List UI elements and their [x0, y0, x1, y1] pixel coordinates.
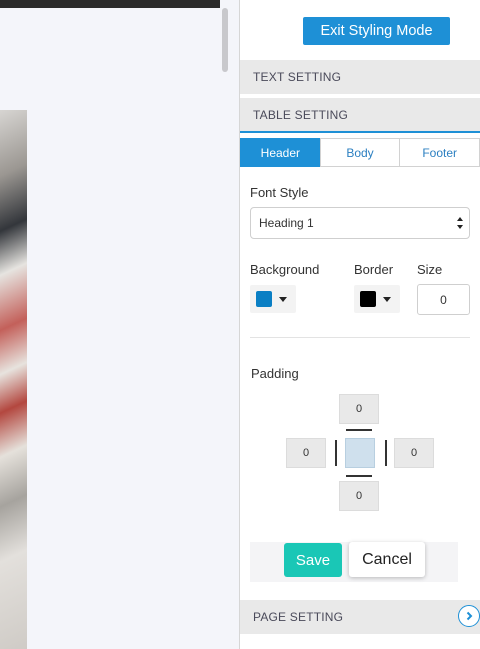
exit-styling-mode-button[interactable]: Exit Styling Mode: [303, 17, 450, 45]
background-label: Background: [250, 262, 320, 277]
font-style-label: Font Style: [250, 185, 309, 200]
padding-top-input[interactable]: 0: [339, 394, 379, 424]
page-setting-section[interactable]: PAGE SETTING: [240, 600, 480, 634]
editor-canvas: [0, 0, 240, 649]
tab-footer[interactable]: Footer: [399, 138, 480, 167]
padding-bottom-line: [346, 475, 372, 477]
tab-body[interactable]: Body: [319, 138, 401, 167]
border-label: Border: [354, 262, 394, 277]
page-setting-label: PAGE SETTING: [253, 610, 344, 624]
background-color-swatch: [256, 291, 272, 307]
text-setting-label: TEXT SETTING: [253, 70, 342, 84]
canvas-top-strip: [0, 0, 220, 8]
caret-down-icon: [383, 296, 391, 302]
padding-preview-box: [345, 438, 375, 468]
border-size-input[interactable]: 0: [417, 284, 470, 315]
cancel-button[interactable]: Cancel: [349, 542, 425, 577]
chevron-right-icon[interactable]: [458, 605, 480, 627]
select-arrows-icon: [457, 217, 463, 229]
save-button[interactable]: Save: [284, 543, 342, 577]
padding-right-input[interactable]: 0: [394, 438, 434, 468]
table-setting-section[interactable]: TABLE SETTING: [240, 98, 480, 133]
section-divider: [250, 337, 470, 338]
table-part-tabs: Header Body Footer: [240, 138, 480, 167]
border-color-swatch: [360, 291, 376, 307]
background-color-picker[interactable]: [250, 285, 296, 313]
tab-header[interactable]: Header: [240, 138, 321, 167]
font-style-select[interactable]: Heading 1: [250, 207, 470, 239]
padding-bottom-input[interactable]: 0: [339, 481, 379, 511]
caret-down-icon: [279, 296, 287, 302]
padding-right-line: [385, 440, 387, 466]
text-setting-section[interactable]: TEXT SETTING: [240, 60, 480, 94]
size-label: Size: [417, 262, 443, 277]
styling-panel: Exit Styling Mode TEXT SETTING TABLE SET…: [240, 0, 480, 649]
chevron-right-glyph: [466, 611, 473, 621]
border-color-picker[interactable]: [354, 285, 400, 313]
canvas-image: [0, 110, 27, 649]
font-style-value: Heading 1: [259, 216, 314, 230]
padding-left-line: [335, 440, 337, 466]
padding-label: Padding: [251, 366, 299, 381]
canvas-scrollbar[interactable]: [222, 8, 228, 72]
action-bar: Save Cancel: [250, 542, 458, 582]
padding-top-line: [346, 429, 372, 431]
padding-left-input[interactable]: 0: [286, 438, 326, 468]
table-setting-label: TABLE SETTING: [253, 107, 349, 122]
